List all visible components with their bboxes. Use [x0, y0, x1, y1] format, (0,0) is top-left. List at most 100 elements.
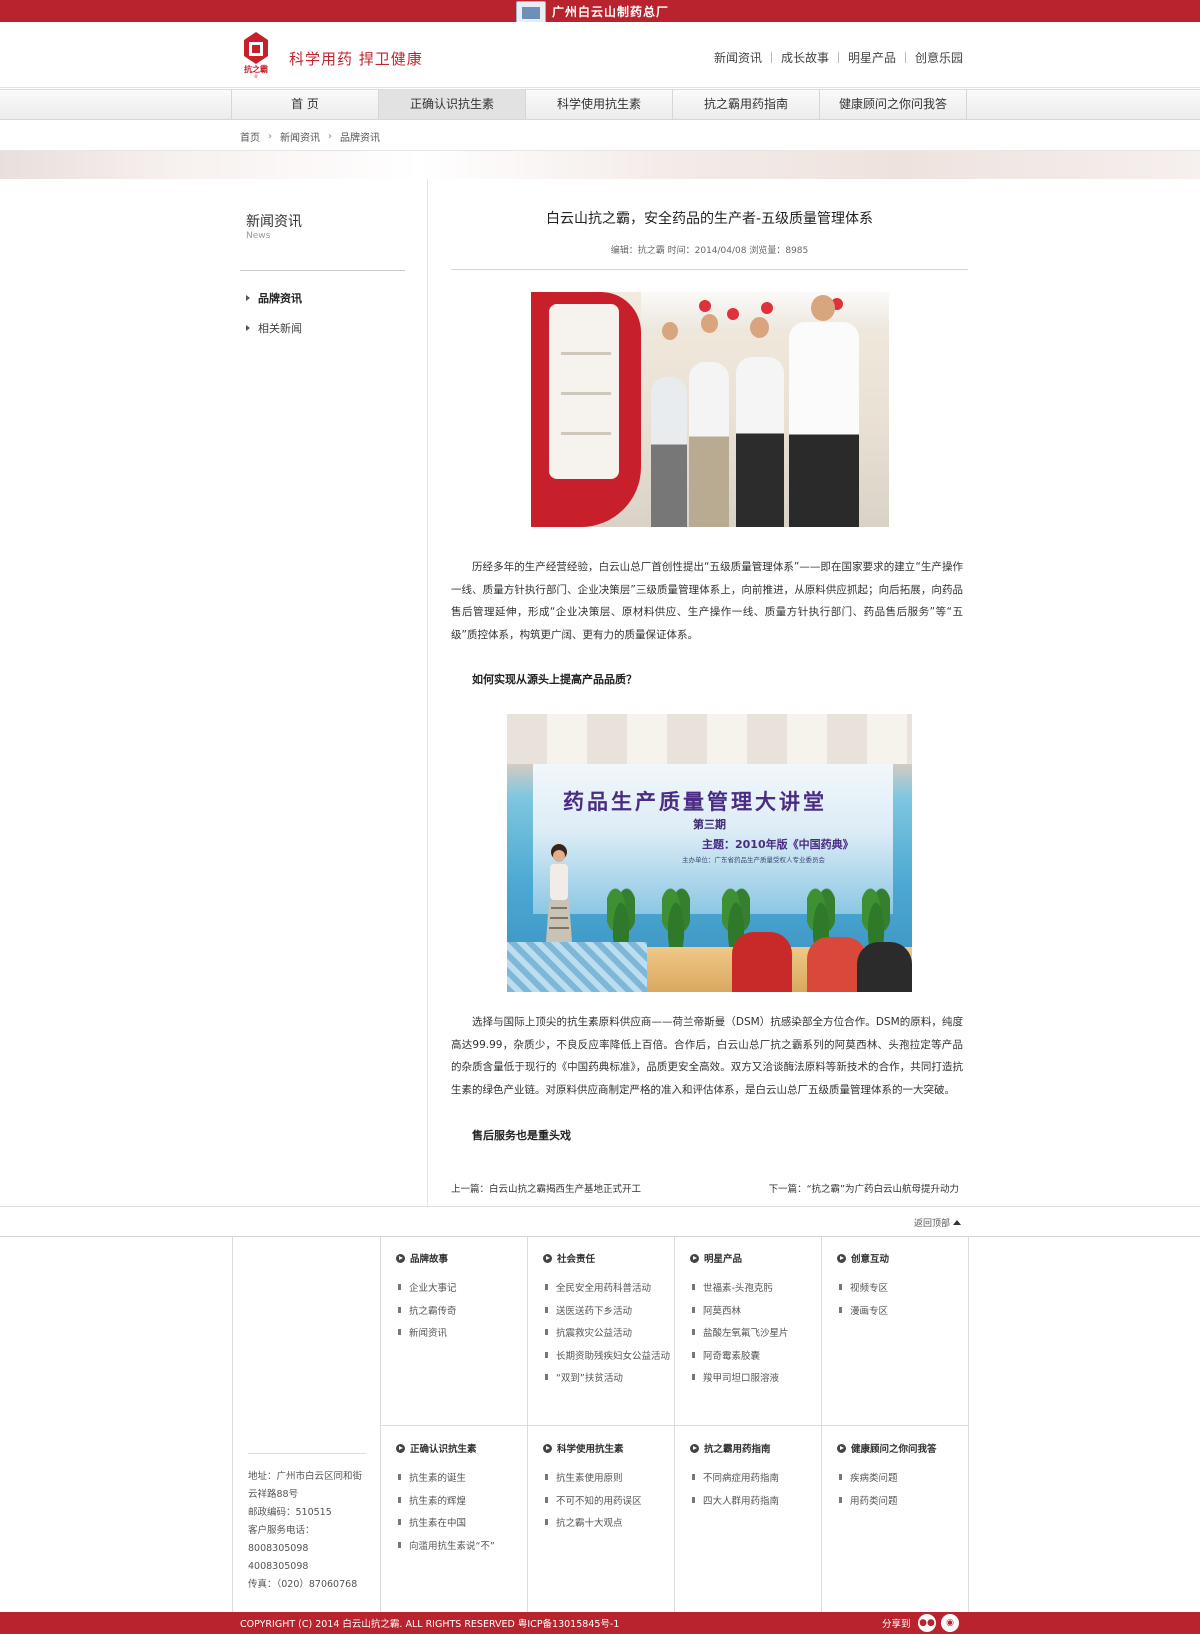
article-photo-visit: [531, 292, 889, 527]
bullet-icon: [839, 1474, 842, 1481]
breadcrumb-home[interactable]: 首页: [240, 129, 260, 144]
footer-link[interactable]: 抗之霸十大观点: [543, 1511, 642, 1534]
play-circle-icon: [690, 1443, 699, 1453]
divider: [427, 179, 428, 1207]
article-paragraph-1: 历经多年的生产经营经验，白云山总厂首创性提出“五级质量管理体系”——即在国家要求…: [451, 561, 963, 641]
wechat-icon[interactable]: ●●: [918, 1614, 936, 1632]
bullet-icon: [545, 1306, 548, 1313]
bullet-icon: [398, 1519, 401, 1526]
bullet-icon: [692, 1351, 695, 1358]
sidebar-title: 新闻资讯: [246, 214, 302, 230]
footer-link[interactable]: 全民安全用药科普活动: [543, 1276, 670, 1299]
footer-link[interactable]: 长期资助残疾妇女公益活动: [543, 1344, 670, 1367]
footer-link[interactable]: 企业大事记: [396, 1276, 457, 1299]
bullet-icon: [545, 1496, 548, 1503]
footer-link[interactable]: 新闻资讯: [396, 1321, 457, 1344]
breadcrumb-brand-news[interactable]: 品牌资讯: [340, 129, 380, 144]
footer-link[interactable]: 抗震救灾公益活动: [543, 1321, 670, 1344]
back-to-top-link[interactable]: 返回顶部: [914, 1216, 961, 1229]
footer-heading[interactable]: 抗之霸用药指南: [690, 1441, 779, 1455]
header-link-park[interactable]: 创意乐园: [915, 49, 963, 66]
chevron-right-icon: ›: [268, 131, 272, 142]
footer-heading[interactable]: 社会责任: [543, 1251, 670, 1265]
footer-link[interactable]: 不可不知的用药误区: [543, 1489, 642, 1512]
sidebar-item-related-news[interactable]: 相关新闻: [246, 320, 302, 336]
bullet-icon: [692, 1474, 695, 1481]
footer-col-know: 正确认识抗生素 抗生素的诞生 抗生素的辉煌 抗生素在中国 向滥用抗生素说“不”: [396, 1441, 495, 1556]
divider: [451, 269, 968, 270]
nav-item-home[interactable]: 首 页: [232, 90, 379, 119]
photo-banner-topic: 主题：2010年版《中国药典》: [702, 838, 854, 851]
footer-link[interactable]: 不同病症用药指南: [690, 1466, 779, 1489]
site-header: 抗之霸 ® 科学用药 捍卫健康 新闻资讯 成长故事 明星产品 创意乐园: [0, 22, 1200, 88]
footer-link[interactable]: 抗生素的诞生: [396, 1466, 495, 1489]
weibo-icon[interactable]: ◉: [941, 1614, 959, 1632]
nav-item-know-antibiotics[interactable]: 正确认识抗生素: [379, 90, 526, 119]
sidebar-subtitle: News: [246, 231, 271, 241]
breadcrumb-news[interactable]: 新闻资讯: [280, 129, 320, 144]
triangle-right-icon: [246, 325, 250, 331]
bullet-icon: [398, 1306, 401, 1313]
photo-banner-title: 药品生产质量管理大讲堂: [563, 790, 827, 814]
nav-item-use-antibiotics[interactable]: 科学使用抗生素: [526, 90, 673, 119]
sidebar-item-label: 品牌资讯: [258, 292, 302, 305]
svg-text:®: ®: [254, 74, 258, 78]
top-brand-text: 广州白云山制药总厂: [552, 4, 670, 19]
prev-article-link[interactable]: 上一篇：白云山抗之霸揭西生产基地正式开工: [451, 1181, 641, 1195]
footer-link[interactable]: 漫画专区: [837, 1299, 889, 1322]
kangzhiba-logo[interactable]: 抗之霸 ®: [240, 30, 272, 78]
footer-link[interactable]: 阿莫西林: [690, 1299, 789, 1322]
footer-link[interactable]: 抗之霸传奇: [396, 1299, 457, 1322]
sidebar-item-brand-news[interactable]: 品牌资讯: [246, 290, 302, 306]
bullet-icon: [398, 1284, 401, 1291]
footer-heading[interactable]: 科学使用抗生素: [543, 1441, 642, 1455]
header-link-story[interactable]: 成长故事: [781, 49, 829, 66]
footer-link[interactable]: 世福素-头孢克肟: [690, 1276, 789, 1299]
divider: [0, 1206, 1200, 1207]
footer-link[interactable]: 四大人群用药指南: [690, 1489, 779, 1512]
footer-col-use: 科学使用抗生素 抗生素使用原则 不可不知的用药误区 抗之霸十大观点: [543, 1441, 642, 1534]
footer-link[interactable]: 抗生素的辉煌: [396, 1489, 495, 1512]
footer-heading[interactable]: 健康顾问之你问我答: [837, 1441, 937, 1455]
footer-link[interactable]: 向滥用抗生素说“不”: [396, 1534, 495, 1557]
header-link-products[interactable]: 明星产品: [848, 49, 896, 66]
footer-link[interactable]: “双到”扶贫活动: [543, 1366, 670, 1389]
divider: [240, 270, 405, 271]
footer-link[interactable]: 疾病类问题: [837, 1466, 937, 1489]
next-article-link[interactable]: 下一篇：“抗之霸”为广药白云山航母提升动力: [769, 1181, 959, 1195]
footer-link[interactable]: 视频专区: [837, 1276, 889, 1299]
article-paragraph-2: 选择与国际上顶尖的抗生素原料供应商——荷兰帝斯曼（DSM）抗感染部全方位合作。D…: [451, 1016, 963, 1096]
footer-link[interactable]: 用药类问题: [837, 1489, 937, 1512]
triangle-right-icon: [246, 295, 250, 301]
footer-link[interactable]: 抗生素使用原则: [543, 1466, 642, 1489]
footer-link[interactable]: 阿奇霉素胶囊: [690, 1344, 789, 1367]
header-links: 新闻资讯 成长故事 明星产品 创意乐园: [714, 49, 963, 66]
article-subheading-2: 售后服务也是重头戏: [472, 1129, 571, 1142]
nav-item-guide[interactable]: 抗之霸用药指南: [673, 90, 820, 119]
divider: [770, 52, 772, 63]
bullet-icon: [545, 1284, 548, 1291]
footer-heading[interactable]: 创意互动: [837, 1251, 889, 1265]
play-circle-icon: [396, 1253, 405, 1263]
divider: [380, 1425, 968, 1426]
footer-link[interactable]: 盐酸左氧氟飞沙星片: [690, 1321, 789, 1344]
copyright-text: COPYRIGHT (C) 2014 白云山抗之霸. ALL RIGHTS RE…: [240, 1619, 620, 1630]
header-link-news[interactable]: 新闻资讯: [714, 49, 762, 66]
footer-heading[interactable]: 品牌故事: [396, 1251, 457, 1265]
footer-heading[interactable]: 明星产品: [690, 1251, 789, 1265]
footer-link[interactable]: 抗生素在中国: [396, 1511, 495, 1534]
play-circle-icon: [543, 1253, 552, 1263]
play-circle-icon: [543, 1443, 552, 1453]
copyright-bar: COPYRIGHT (C) 2014 白云山抗之霸. ALL RIGHTS RE…: [0, 1612, 1200, 1634]
nav-item-qa[interactable]: 健康顾问之你问我答: [820, 90, 967, 119]
photo-banner-phase: 第三期: [693, 818, 726, 831]
footer-link[interactable]: 羧甲司坦口服溶液: [690, 1366, 789, 1389]
footer-link[interactable]: 送医送药下乡活动: [543, 1299, 670, 1322]
bullet-icon: [692, 1374, 695, 1381]
banner-strip: [0, 151, 1200, 179]
bullet-icon: [398, 1541, 401, 1548]
footer-heading[interactable]: 正确认识抗生素: [396, 1441, 495, 1455]
bullet-icon: [545, 1474, 548, 1481]
contact-fax: 传真：（020）87060768: [248, 1579, 358, 1590]
caret-up-icon: [953, 1220, 961, 1225]
